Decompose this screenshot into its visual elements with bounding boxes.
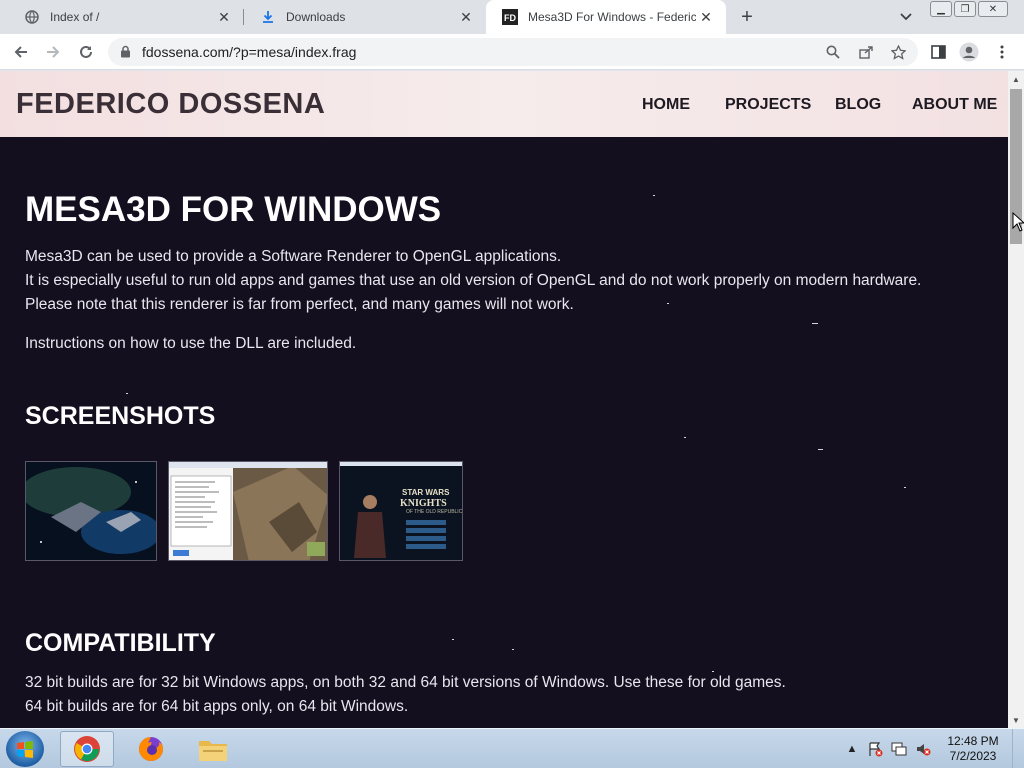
close-window-button[interactable]: ✕ — [978, 1, 1008, 17]
tab-title: Mesa3D For Windows - Federico — [528, 10, 696, 24]
svg-text:KNIGHTS: KNIGHTS — [400, 498, 447, 509]
chrome-icon — [74, 736, 100, 762]
close-tab-icon[interactable]: ✕ — [214, 7, 234, 27]
svg-text:FD: FD — [504, 13, 516, 23]
volume-muted-icon[interactable] — [914, 740, 932, 758]
address-bar[interactable]: fdossena.com/?p=mesa/index.frag — [108, 38, 918, 66]
minimize-button[interactable]: ▁ — [930, 1, 952, 17]
intro-line-3: Please note that this renderer is far fr… — [25, 296, 574, 313]
scroll-up-arrow-icon[interactable]: ▲ — [1008, 71, 1024, 87]
page-title: MESA3D FOR WINDOWS — [25, 190, 442, 229]
back-button[interactable] — [9, 40, 33, 64]
background-star — [812, 323, 818, 324]
profile-avatar-icon[interactable] — [959, 42, 979, 62]
compatibility-heading: COMPATIBILITY — [25, 629, 216, 657]
intro-line-1: Mesa3D can be used to provide a Software… — [25, 248, 562, 265]
scroll-down-arrow-icon[interactable]: ▼ — [1008, 712, 1024, 728]
browser-toolbar: fdossena.com/?p=mesa/index.frag — [0, 34, 1024, 70]
share-icon[interactable] — [856, 42, 876, 62]
app-window-screenshot[interactable] — [168, 461, 328, 561]
forward-button[interactable] — [41, 40, 65, 64]
lock-icon — [120, 45, 131, 63]
background-star — [818, 449, 823, 450]
intro-line-2: It is especially useful to run old apps … — [25, 272, 922, 289]
taskbar-firefox[interactable] — [124, 731, 178, 767]
background-star — [452, 639, 454, 640]
tab-strip: Index of / ✕ Downloads ✕ FD Mesa3D For W… — [0, 0, 1024, 34]
globe-icon — [24, 9, 40, 25]
background-star — [653, 195, 655, 196]
download-icon — [260, 9, 276, 25]
instructions-text: Instructions on how to use the DLL are i… — [25, 335, 357, 352]
browser-menu-icon[interactable] — [992, 42, 1012, 62]
tab-index[interactable]: Index of / ✕ — [8, 0, 244, 34]
background-star — [126, 393, 128, 394]
clock-time: 12:48 PM — [947, 734, 999, 748]
tab-title: Downloads — [286, 10, 346, 24]
close-tab-icon[interactable]: ✕ — [456, 7, 476, 27]
web-page: FEDERICO DOSSENA HOME PROJECTS BLOG ABOU… — [0, 71, 1008, 728]
taskbar-clock[interactable]: 12:48 PM 7/2/2023 — [946, 734, 1000, 764]
nav-home[interactable]: HOME — [642, 96, 690, 114]
url-text: fdossena.com/?p=mesa/index.frag — [142, 44, 357, 60]
close-tab-icon[interactable]: ✕ — [696, 7, 716, 27]
vertical-scrollbar[interactable]: ▲ ▼ — [1008, 71, 1024, 728]
kotor-screenshot[interactable]: STAR WARS KNIGHTS OF THE OLD REPUBLIC — [339, 461, 463, 561]
folder-icon — [199, 741, 227, 761]
new-tab-button[interactable]: + — [736, 6, 758, 28]
background-star — [512, 649, 514, 650]
nav-blog[interactable]: BLOG — [835, 96, 881, 114]
nav-about-me[interactable]: ABOUT ME — [912, 96, 997, 114]
zoom-search-icon[interactable] — [823, 42, 843, 62]
nav-projects[interactable]: PROJECTS — [725, 96, 811, 114]
network-icon[interactable] — [890, 740, 908, 758]
show-desktop-button[interactable] — [1012, 729, 1024, 768]
reload-button[interactable] — [74, 40, 98, 64]
clock-date: 7/2/2023 — [949, 749, 997, 763]
svg-text:OF THE OLD REPUBLIC: OF THE OLD REPUBLIC — [406, 509, 463, 515]
show-hidden-icons-arrow-icon[interactable]: ▲ — [843, 740, 861, 758]
tab-title: Index of / — [50, 10, 100, 24]
tab-downloads[interactable]: Downloads ✕ — [244, 0, 486, 34]
windows-logo-icon — [17, 741, 33, 758]
start-button[interactable] — [6, 731, 44, 767]
maximize-button[interactable]: ❐ — [954, 1, 976, 17]
background-star — [904, 487, 906, 488]
site-header: FEDERICO DOSSENA HOME PROJECTS BLOG ABOU… — [0, 71, 1008, 137]
action-center-flag-icon[interactable] — [866, 740, 884, 758]
compat-line-2: 64 bit builds are for 64 bit apps only, … — [25, 698, 409, 715]
background-star — [684, 437, 686, 438]
tab-mesa3d[interactable]: FD Mesa3D For Windows - Federico ✕ — [486, 0, 726, 34]
taskbar-chrome[interactable] — [60, 731, 114, 767]
svg-text:STAR WARS: STAR WARS — [402, 488, 450, 497]
space-game-screenshot[interactable] — [25, 461, 157, 561]
bookmark-star-icon[interactable] — [888, 42, 908, 62]
firefox-icon — [139, 737, 163, 761]
taskbar-file-explorer[interactable] — [186, 731, 240, 767]
mouse-cursor-icon — [1012, 211, 1024, 237]
background-star — [667, 303, 669, 304]
fd-favicon-icon: FD — [502, 9, 518, 25]
side-panel-icon[interactable] — [928, 42, 948, 62]
windows-taskbar: ▲ 12:48 PM 7/2/2023 — [0, 728, 1024, 768]
screenshots-heading: SCREENSHOTS — [25, 402, 216, 430]
site-brand[interactable]: FEDERICO DOSSENA — [16, 88, 325, 121]
compat-line-1: 32 bit builds are for 32 bit Windows app… — [25, 674, 786, 691]
tab-search-chevron-icon[interactable] — [896, 7, 916, 27]
